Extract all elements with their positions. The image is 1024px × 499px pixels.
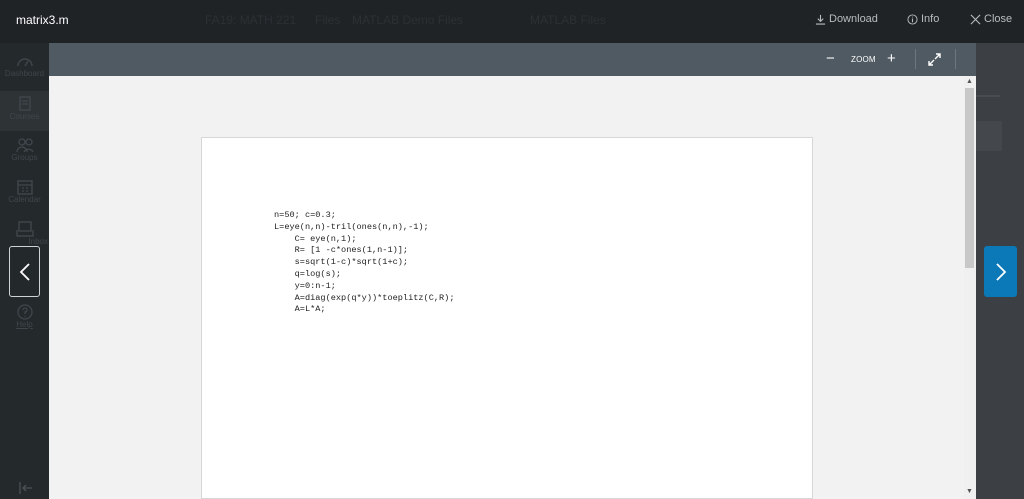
nav-groups[interactable]: Groups [0, 137, 49, 177]
code-line: n=50; c=0.3; [274, 210, 336, 220]
nav-help[interactable]: Help [0, 304, 49, 344]
collapse-nav-icon[interactable] [19, 482, 33, 494]
fullscreen-icon[interactable] [928, 53, 941, 66]
nav-dashboard[interactable]: Dashboard [0, 53, 49, 93]
vertical-scrollbar[interactable]: ▲ ▼ [964, 76, 976, 499]
breadcrumb-folder: MATLAB Demo Files [352, 13, 464, 27]
breadcrumb-subfolder: MATLAB Files [530, 13, 606, 27]
nav-calendar-label: Calendar [8, 195, 41, 204]
viewer-toolbar: − ZOOM + [49, 43, 976, 76]
document-page: n=50; c=0.3; L=eye(n,n)-tril(ones(n,n),-1… [201, 137, 813, 499]
toolbar-divider [915, 49, 916, 69]
dashboard-icon [16, 58, 33, 67]
courses-icon [18, 96, 31, 111]
file-title: matrix3.m [16, 13, 69, 27]
nav-courses-label: Courses [9, 112, 40, 121]
info-label: Info [921, 13, 940, 25]
close-icon [970, 14, 981, 24]
code-line: C= eye(n,1); [274, 233, 357, 244]
background-divider [976, 95, 1000, 97]
close-button[interactable]: Close [970, 13, 1012, 25]
nav-calendar[interactable]: Calendar [0, 179, 49, 219]
zoom-out-button[interactable]: − [826, 51, 835, 67]
chevron-left-icon [19, 262, 30, 281]
code-line: s=sqrt(1-c)*sqrt(1+c); [274, 257, 409, 268]
code-line: y=0:n-1; [274, 280, 336, 291]
next-file-button[interactable] [984, 246, 1017, 297]
nav-dashboard-label: Dashboard [4, 69, 45, 78]
download-label: Download [829, 13, 878, 25]
breadcrumb-files: Files [315, 13, 341, 27]
previous-file-button[interactable] [9, 246, 40, 297]
toolbar-divider [955, 49, 956, 69]
nav-courses[interactable]: Courses [0, 91, 49, 131]
nav-help-label: Help [16, 320, 33, 329]
inbox-icon [15, 221, 34, 237]
zoom-label: ZOOM [851, 55, 876, 64]
download-icon [815, 14, 826, 25]
nav-inbox-label: Inbox [28, 237, 48, 246]
code-line: q=log(s); [274, 268, 342, 279]
info-icon [907, 13, 918, 25]
calendar-icon [16, 180, 33, 195]
background-block [976, 121, 1002, 151]
code-block: n=50; c=0.3; L=eye(n,n)-tril(ones(n,n),-1… [274, 210, 455, 316]
preview-header: matrix3.m FA19: MATH 221 Files MATLAB De… [0, 0, 1024, 43]
code-line: R= [1 -c*ones(1,n-1)]; [274, 245, 409, 256]
chevron-right-icon [995, 262, 1006, 281]
scroll-up-arrow[interactable]: ▲ [966, 78, 973, 85]
code-line: A=diag(exp(q*y))*toeplitz(C,R); [274, 292, 455, 303]
scrollbar-thumb[interactable] [965, 88, 974, 268]
breadcrumb-course: FA19: MATH 221 [205, 13, 297, 27]
zoom-in-button[interactable]: + [887, 51, 896, 67]
code-line: A=L*A; [274, 304, 326, 315]
close-label: Close [984, 13, 1013, 25]
info-button[interactable]: Info [907, 13, 939, 25]
scroll-down-arrow[interactable]: ▼ [966, 488, 973, 495]
document-viewer: − ZOOM + n=50; c=0.3; L=eye(n,n)-tril(one… [49, 43, 976, 499]
nav-groups-label: Groups [11, 153, 38, 162]
groups-icon [15, 138, 34, 153]
download-button[interactable]: Download [815, 13, 878, 25]
code-line: L=eye(n,n)-tril(ones(n,n),-1); [274, 221, 429, 232]
help-icon [16, 304, 33, 320]
